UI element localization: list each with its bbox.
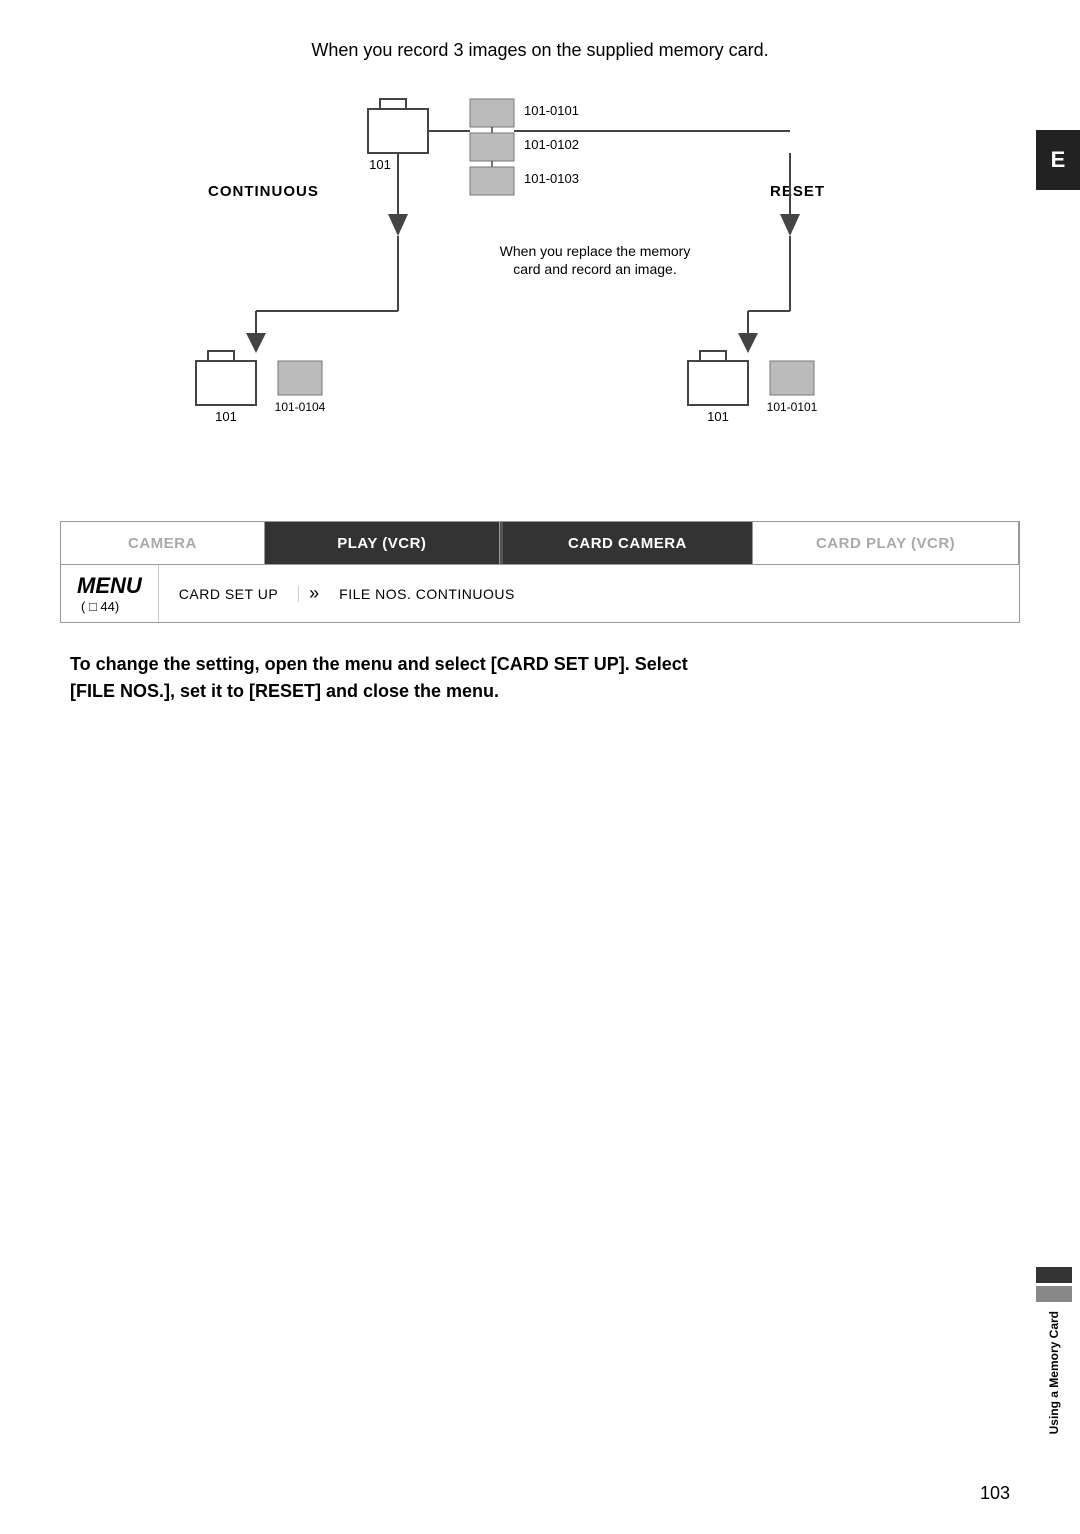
side-label-bar2 (1036, 1286, 1072, 1302)
menu-row: MENU ( □ 44) CARD SET UP » FILE NOS. CON… (60, 565, 1020, 623)
svg-text:When you replace the memory: When you replace the memory (500, 243, 691, 259)
svg-text:101: 101 (215, 409, 237, 424)
tab-card-play-vcr[interactable]: CARD PLAY (VCR) (753, 522, 1019, 564)
side-label: Using a Memory Card (1028, 1267, 1080, 1434)
svg-text:101-0101: 101-0101 (524, 103, 579, 118)
tab-camera[interactable]: CAMERA (61, 522, 265, 564)
svg-text:101-0101: 101-0101 (767, 400, 818, 414)
svg-text:RESET: RESET (770, 183, 825, 200)
svg-text:101-0104: 101-0104 (275, 400, 326, 414)
main-paragraph: To change the setting, open the menu and… (60, 651, 1020, 705)
top-caption: When you record 3 images on the supplied… (60, 40, 1020, 61)
svg-text:card and record an image.: card and record an image. (513, 261, 676, 277)
side-label-text: Using a Memory Card (1047, 1311, 1061, 1434)
side-label-bar1 (1036, 1267, 1072, 1283)
menu-file-nos: FILE NOS. CONTINUOUS (329, 586, 525, 602)
tab-card-camera[interactable]: CARD CAMERA (503, 522, 753, 564)
svg-text:101: 101 (707, 409, 729, 424)
svg-text:101: 101 (369, 157, 391, 172)
page-number: 103 (980, 1483, 1010, 1504)
diagram-area: 101 101-0101 101-0102 101-0103 CONTINUOU… (60, 81, 1020, 501)
menu-label: MENU ( □ 44) (61, 565, 159, 622)
svg-text:CONTINUOUS: CONTINUOUS (208, 183, 319, 200)
svg-text:101-0102: 101-0102 (524, 137, 579, 152)
svg-text:101-0103: 101-0103 (524, 171, 579, 186)
tab-play-vcr[interactable]: PLAY (VCR) (265, 522, 500, 564)
menu-card-set-up: CARD SET UP (159, 586, 299, 602)
nav-tabs: CAMERA PLAY (VCR) CARD CAMERA CARD PLAY … (60, 521, 1020, 565)
diagram-svg: 101 101-0101 101-0102 101-0103 CONTINUOU… (60, 81, 1020, 501)
menu-arrow: » (299, 583, 329, 604)
